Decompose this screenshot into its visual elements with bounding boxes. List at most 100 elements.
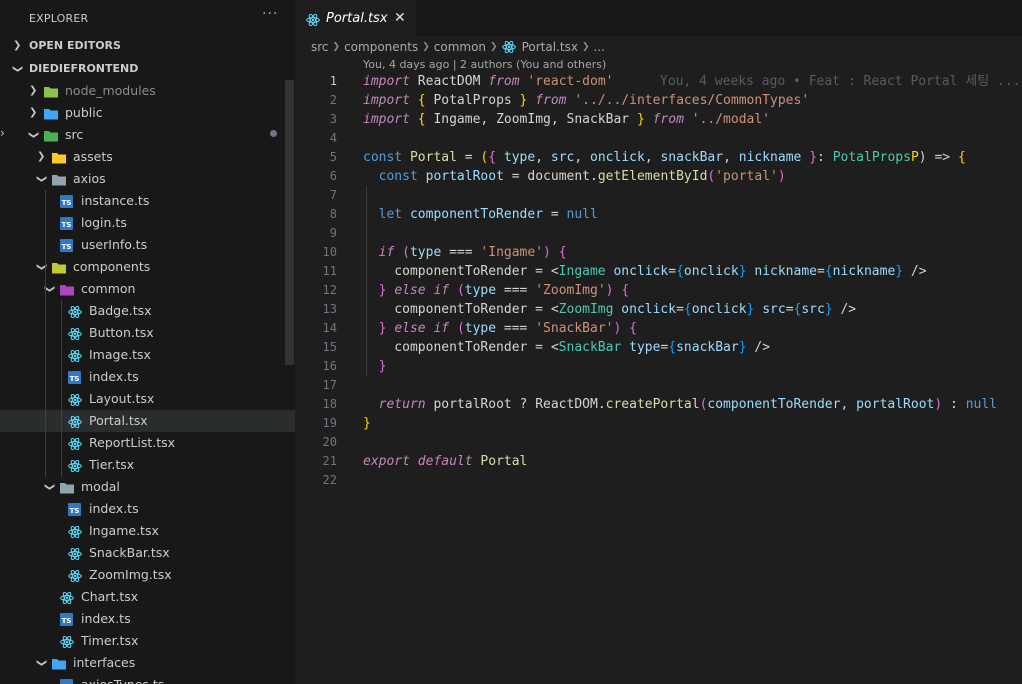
tree-file[interactable]: ZoomImg.tsx xyxy=(0,564,295,586)
code-token: { xyxy=(558,245,567,260)
code-token: from xyxy=(488,74,520,89)
code-line[interactable]: componentToRender = <ZoomImg onclick={on… xyxy=(363,300,856,319)
project-section[interactable]: ❯ DIEDIEFRONTEND xyxy=(0,58,295,80)
code-token: ) xyxy=(543,245,551,260)
tree-folder[interactable]: ❯ public xyxy=(0,102,295,124)
tree-item-label: common xyxy=(81,281,136,296)
code-line[interactable]: export default Portal xyxy=(363,452,527,471)
code-token: default xyxy=(417,454,481,469)
line-number: 6 xyxy=(329,169,337,183)
typescript-icon: TS xyxy=(60,679,73,684)
code-line[interactable]: const portalRoot = document.getElementBy… xyxy=(363,167,786,186)
line-number: 12 xyxy=(322,283,337,297)
code-token: ZoomImg xyxy=(558,302,614,317)
chevron-down-icon: ❯ xyxy=(28,130,40,140)
code-line[interactable]: import { PotalProps } from '../../interf… xyxy=(363,91,809,110)
line-number: 18 xyxy=(322,397,337,411)
code-token: Ingame xyxy=(558,264,606,279)
typescript-icon: TS xyxy=(68,371,81,384)
tree-folder[interactable]: ❯ interfaces xyxy=(0,652,295,674)
react-icon xyxy=(68,458,82,473)
code-line[interactable]: componentToRender = <Ingame onclick={onc… xyxy=(363,262,927,281)
folder-public-icon xyxy=(43,106,58,120)
breadcrumb-item[interactable]: components xyxy=(344,38,418,56)
codelens-blame[interactable]: You, 4 days ago | 2 authors (You and oth… xyxy=(363,58,606,71)
code-line[interactable]: } xyxy=(363,414,371,433)
chevron-down-icon: ❯ xyxy=(44,284,56,294)
code-line[interactable]: let componentToRender = null xyxy=(363,205,598,224)
breadcrumb-item[interactable]: common xyxy=(434,38,486,56)
code-token: { xyxy=(488,150,497,165)
line-number: 4 xyxy=(329,131,337,145)
code-line[interactable]: import { Ingame, ZoomImg, SnackBar } fro… xyxy=(363,110,770,129)
breadcrumb: src ❯ components ❯ common ❯ Portal.tsx ❯... xyxy=(311,38,605,56)
tree-item-label: login.ts xyxy=(81,215,127,230)
code-token: nickname xyxy=(738,150,802,165)
breadcrumb-item[interactable]: Portal.tsx xyxy=(522,38,578,56)
tree-file[interactable]: TS index.ts xyxy=(0,608,295,630)
tree-folder[interactable]: ❯ assets xyxy=(0,146,295,168)
code-token: } xyxy=(378,359,387,374)
tree-file[interactable]: Chart.tsx xyxy=(0,586,295,608)
tree-item-label: interfaces xyxy=(73,655,136,670)
code-line[interactable]: if (type === 'Ingame') { xyxy=(363,243,567,262)
tree-folder[interactable]: ❯ node_modules xyxy=(0,80,295,102)
tree-item-label: components xyxy=(73,259,151,274)
tree-item-label: axiosTypes.ts xyxy=(81,674,164,684)
tree-file[interactable]: TS axiosTypes.ts xyxy=(0,674,295,684)
more-actions-icon[interactable]: ··· xyxy=(262,6,278,22)
code-line[interactable]: componentToRender = <SnackBar type={snac… xyxy=(363,338,770,357)
code-line[interactable]: } else if (type === 'SnackBar') { xyxy=(363,319,637,338)
tree-file[interactable]: SnackBar.tsx xyxy=(0,542,295,564)
react-icon xyxy=(60,590,74,605)
tree-file[interactable]: Timer.tsx xyxy=(0,630,295,652)
tree-item-label: Badge.tsx xyxy=(89,303,152,318)
close-icon[interactable]: ✕ xyxy=(394,10,406,26)
code-line[interactable]: import ReactDOM from 'react-dom' xyxy=(363,72,613,91)
code-line[interactable]: } xyxy=(363,357,387,376)
code-token: const xyxy=(363,150,410,165)
code-token: portalRoot ? ReactDOM. xyxy=(433,397,606,412)
sidebar-scrollbar[interactable] xyxy=(285,80,294,365)
code-token: src xyxy=(550,150,575,165)
tab-portal-tsx[interactable]: Portal.tsx ✕ xyxy=(295,0,416,37)
code-token: /> xyxy=(903,264,927,279)
code-token: = xyxy=(817,264,825,279)
code-token: PotalProps xyxy=(832,150,911,165)
chevron-down-icon: ❯ xyxy=(12,64,24,74)
open-editors-section[interactable]: ❯ OPEN EDITORS xyxy=(0,35,295,57)
tree-file[interactable]: Ingame.tsx xyxy=(0,520,295,542)
tree-folder[interactable]: ❯ axios xyxy=(0,168,295,190)
folder-icon xyxy=(59,480,74,494)
code-token: { xyxy=(417,112,426,127)
line-number: 13 xyxy=(322,302,337,316)
breadcrumb-item[interactable]: src xyxy=(311,38,329,56)
code-token: P xyxy=(910,150,919,165)
code-token: 'react-dom' xyxy=(527,74,614,89)
chevron-right-icon: ❯ xyxy=(29,107,38,118)
tree-item-label: Image.tsx xyxy=(89,347,151,362)
code-token: return xyxy=(363,397,434,412)
breadcrumb-item[interactable]: ... xyxy=(593,38,604,56)
line-number: 20 xyxy=(322,435,337,449)
typescript-icon: TS xyxy=(60,239,73,252)
tree-folder[interactable]: ❯ modal xyxy=(0,476,295,498)
code-token: onclick xyxy=(590,150,645,165)
code-token: '../modal' xyxy=(691,112,771,127)
tree-item-label: index.ts xyxy=(81,611,131,626)
tree-folder[interactable]: ❯ src xyxy=(0,124,295,146)
tree-item-label: public xyxy=(65,105,103,120)
code-line[interactable]: return portalRoot ? ReactDOM.createPorta… xyxy=(363,395,997,414)
typescript-icon: TS xyxy=(68,503,81,516)
chevron-right-icon: ❯ xyxy=(490,42,498,52)
code-token: Ingame, ZoomImg, SnackBar xyxy=(425,112,637,127)
code-line[interactable]: const Portal = ({ type, src, onclick, sn… xyxy=(363,148,966,167)
tree-file[interactable]: TS index.ts xyxy=(0,498,295,520)
code-token: '../../interfaces/CommonTypes' xyxy=(574,93,810,108)
chevron-down-icon: ❯ xyxy=(36,262,48,272)
code-line[interactable]: } else if (type === 'ZoomImg') { xyxy=(363,281,630,300)
code-token: null xyxy=(965,397,997,412)
